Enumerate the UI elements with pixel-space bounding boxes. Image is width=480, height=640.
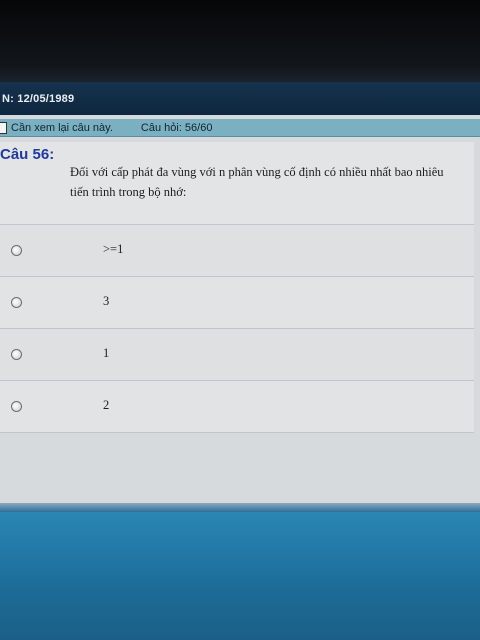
radio-button[interactable] bbox=[11, 401, 22, 412]
radio-button[interactable] bbox=[11, 349, 22, 360]
answer-option-label: 3 bbox=[103, 294, 110, 308]
radio-button[interactable] bbox=[11, 245, 22, 256]
question-progress: Câu hỏi: 56/60 bbox=[140, 121, 213, 134]
answer-option[interactable]: 2 bbox=[0, 381, 474, 433]
review-flag-label[interactable]: Cần xem lại câu này. bbox=[11, 122, 113, 134]
answer-option-label: 2 bbox=[103, 398, 110, 412]
question-number: Câu 56: bbox=[0, 146, 55, 163]
screen-bottom-edge bbox=[0, 503, 480, 512]
answer-option-label: 1 bbox=[103, 346, 110, 360]
review-flag-checkbox[interactable] bbox=[0, 121, 7, 134]
radio-button[interactable] bbox=[11, 297, 22, 308]
answer-option[interactable]: 1 bbox=[0, 329, 474, 381]
answer-option[interactable]: >=1 bbox=[0, 225, 474, 277]
answer-options: >=1 3 1 2 bbox=[0, 225, 474, 433]
monitor-bezel-top bbox=[0, 0, 480, 82]
question-block: Câu 56: Đối với cấp phát đa vùng với n p… bbox=[0, 142, 474, 225]
answer-option-label: >=1 bbox=[103, 242, 124, 256]
status-bar: Cần xem lại câu này. Câu hỏi: 56/60 bbox=[0, 119, 480, 137]
answer-option[interactable]: 3 bbox=[0, 277, 474, 329]
exam-window: N: 12/05/1989 Cần xem lại câu này. Câu h… bbox=[0, 82, 480, 512]
background-surface bbox=[0, 512, 480, 640]
title-bar: N: 12/05/1989 bbox=[0, 82, 480, 115]
birthdate-text: N: 12/05/1989 bbox=[2, 92, 75, 105]
question-text: Đối với cấp phát đa vùng với n phân vùng… bbox=[70, 165, 444, 199]
